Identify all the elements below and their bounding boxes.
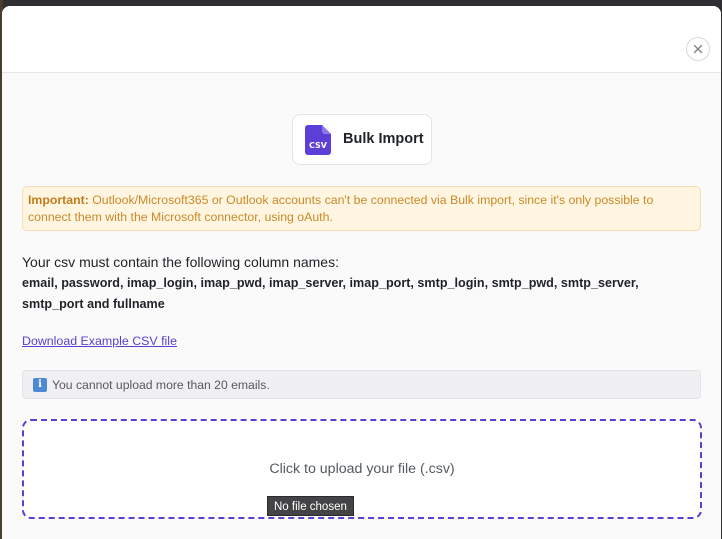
file-upload-dropzone[interactable]: Click to upload your file (.csv) No file… bbox=[22, 419, 702, 519]
modal-header bbox=[2, 6, 721, 73]
close-icon bbox=[693, 44, 703, 54]
modal-title: Bulk Import bbox=[343, 131, 424, 147]
download-example-csv-link[interactable]: Download Example CSV file bbox=[22, 333, 177, 349]
info-icon: i bbox=[33, 377, 47, 392]
bulk-import-modal: CSV Bulk Import Important: Outlook/Micro… bbox=[2, 6, 721, 539]
columns-intro: Your csv must contain the following colu… bbox=[22, 254, 339, 270]
warning-banner: Important: Outlook/Microsoft365 or Outlo… bbox=[22, 186, 701, 231]
warning-label: Important: bbox=[28, 193, 89, 207]
upload-prompt: Click to upload your file (.csv) bbox=[269, 461, 455, 477]
title-card: CSV Bulk Import bbox=[292, 114, 432, 165]
file-status-chip: No file chosen bbox=[267, 496, 354, 516]
columns-list: email, password, imap_login, imap_pwd, i… bbox=[22, 276, 639, 311]
upload-limit-text: You cannot upload more than 20 emails. bbox=[52, 377, 270, 392]
csv-file-icon: CSV bbox=[305, 125, 331, 155]
csv-icon-label: CSV bbox=[309, 141, 328, 150]
warning-message: Outlook/Microsoft365 or Outlook accounts… bbox=[28, 193, 654, 224]
close-button[interactable] bbox=[686, 37, 710, 61]
upload-limit-notice: i You cannot upload more than 20 emails. bbox=[22, 370, 701, 399]
